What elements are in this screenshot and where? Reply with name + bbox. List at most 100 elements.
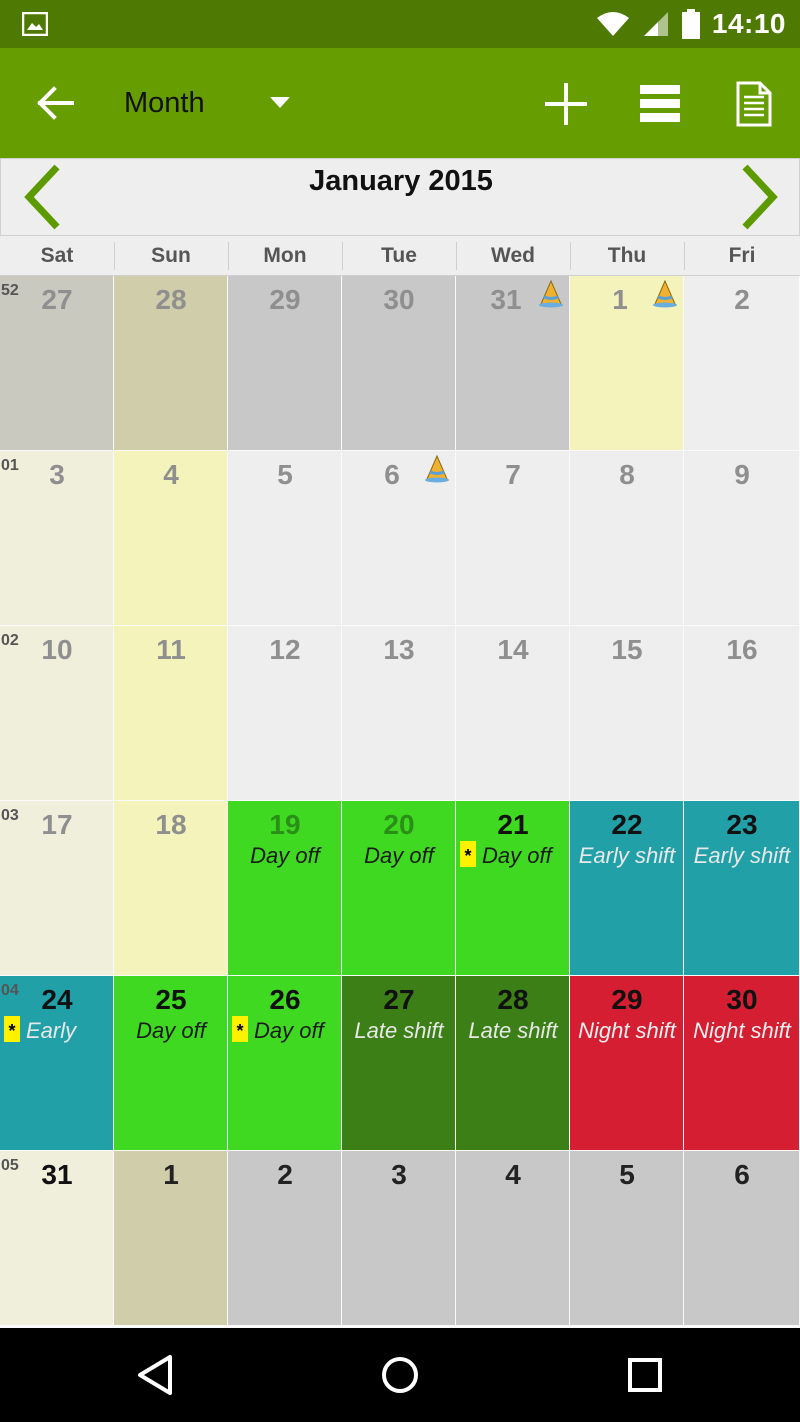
calendar-day-cell[interactable]: 16 [684,626,800,801]
day-number: 30 [383,284,415,315]
shift-label: Night shift [693,1018,791,1043]
calendar-day-cell[interactable]: 29 Night shift [570,976,684,1151]
weekday-label: Mon [263,244,307,267]
weekday-label: Sun [151,244,191,267]
day-number: 26 [269,984,301,1015]
day-number: 12 [269,634,301,665]
clock: 14:10 [711,8,786,39]
calendar-day-cell[interactable]: 18 [114,801,228,976]
day-number: 2 [734,284,750,315]
back-triangle-icon[interactable] [130,1350,180,1400]
calendar-day-cell[interactable]: 21 * Day off [456,801,570,976]
list-view-button[interactable] [632,76,688,132]
battery-icon [681,9,700,39]
day-number: 7 [505,459,521,490]
day-number: 6 [734,1159,750,1190]
calendar-grid: 52 27 28 29 30 31 1 2 01 3 4 5 6 7 8 9 02 10 11 12 13 14 15 16 0… [0,276,800,1328]
calendar-day-cell[interactable]: 2 [228,1151,342,1326]
weekday-divider [114,242,115,270]
calendar-day-cell[interactable]: 28 Late shift [456,976,570,1151]
day-number: 29 [611,984,643,1015]
calendar-day-cell[interactable]: 7 [456,451,570,626]
weekday-label: Wed [491,244,535,267]
note-marker-icon: * [4,1016,20,1042]
note-marker-icon: * [232,1016,248,1042]
shift-label: Early [26,1018,77,1043]
calendar-day-cell[interactable]: 27 Late shift [342,976,456,1151]
shift-label: Day off [364,843,434,868]
calendar-day-cell[interactable]: 3 [342,1151,456,1326]
calendar-day-cell[interactable]: 12 [228,626,342,801]
view-mode-dropdown[interactable]: Month [124,80,205,126]
calendar-day-cell[interactable]: 30 [342,276,456,451]
day-number: 22 [611,809,643,840]
calendar-day-cell[interactable]: 1 [114,1151,228,1326]
add-button[interactable] [538,76,594,132]
day-number: 3 [49,459,65,490]
calendar-day-cell[interactable]: 26 * Day off [228,976,342,1151]
weekday-header: Sat Sun Mon Tue Wed Thu Fri [0,236,800,276]
calendar-day-cell[interactable]: 30 Night shift [684,976,800,1151]
calendar-day-cell[interactable]: 1 [570,276,684,451]
calendar-day-cell[interactable]: 9 [684,451,800,626]
calendar-day-cell[interactable]: 4 [114,451,228,626]
calendar-day-cell[interactable]: 14 [456,626,570,801]
holiday-hat-icon [424,454,450,483]
day-number: 19 [269,809,301,840]
calendar-day-cell[interactable]: 15 [570,626,684,801]
day-number: 15 [611,634,643,665]
next-month-icon[interactable] [729,161,789,233]
calendar-day-cell[interactable]: 03 17 [0,801,114,976]
weekday-divider [342,242,343,270]
shift-label: Late shift [468,1018,558,1043]
weekday-label: Thu [607,244,647,267]
shift-label: Night shift [578,1018,676,1043]
signal-icon [643,12,668,36]
calendar-day-cell[interactable]: 28 [114,276,228,451]
calendar-day-cell[interactable]: 6 [684,1151,800,1326]
day-number: 28 [155,284,187,315]
view-mode-label: Month [124,86,205,119]
calendar-day-cell[interactable]: 29 [228,276,342,451]
day-number: 21 [497,809,529,840]
holiday-hat-icon [538,279,564,308]
calendar-day-cell[interactable]: 02 10 [0,626,114,801]
day-number: 11 [156,634,186,665]
day-number: 3 [391,1159,407,1190]
calendar-day-cell[interactable]: 5 [228,451,342,626]
calendar-day-cell[interactable]: 01 3 [0,451,114,626]
day-number: 8 [619,459,635,490]
day-number: 18 [155,809,187,840]
back-arrow-icon[interactable] [30,80,80,126]
calendar-day-cell[interactable]: 11 [114,626,228,801]
calendar-day-cell[interactable]: 19 Day off [228,801,342,976]
calendar-day-cell[interactable]: 6 [342,451,456,626]
day-number: 5 [619,1159,635,1190]
document-button[interactable] [726,76,782,132]
home-circle-icon[interactable] [375,1350,425,1400]
day-number: 24 [41,984,73,1015]
calendar-day-cell[interactable]: 04 24 * Early [0,976,114,1151]
day-number: 13 [383,634,415,665]
calendar-day-cell[interactable]: 05 31 [0,1151,114,1326]
calendar-day-cell[interactable]: 2 [684,276,800,451]
day-number: 23 [726,809,758,840]
calendar-day-cell[interactable]: 52 27 [0,276,114,451]
day-number: 29 [269,284,301,315]
recents-square-icon[interactable] [620,1350,670,1400]
calendar-day-cell[interactable]: 31 [456,276,570,451]
day-number: 25 [155,984,187,1015]
calendar-day-cell[interactable]: 23 Early shift [684,801,800,976]
calendar-day-cell[interactable]: 13 [342,626,456,801]
calendar-day-cell[interactable]: 5 [570,1151,684,1326]
calendar-day-cell[interactable]: 25 Day off [114,976,228,1151]
calendar-day-cell[interactable]: 8 [570,451,684,626]
weekday-divider [456,242,457,270]
dropdown-arrow-icon[interactable] [268,94,292,110]
calendar-day-cell[interactable]: 20 Day off [342,801,456,976]
weekday-divider [228,242,229,270]
day-number: 2 [277,1159,293,1190]
calendar-day-cell[interactable]: 4 [456,1151,570,1326]
calendar-day-cell[interactable]: 22 Early shift [570,801,684,976]
wifi-icon [596,12,629,36]
